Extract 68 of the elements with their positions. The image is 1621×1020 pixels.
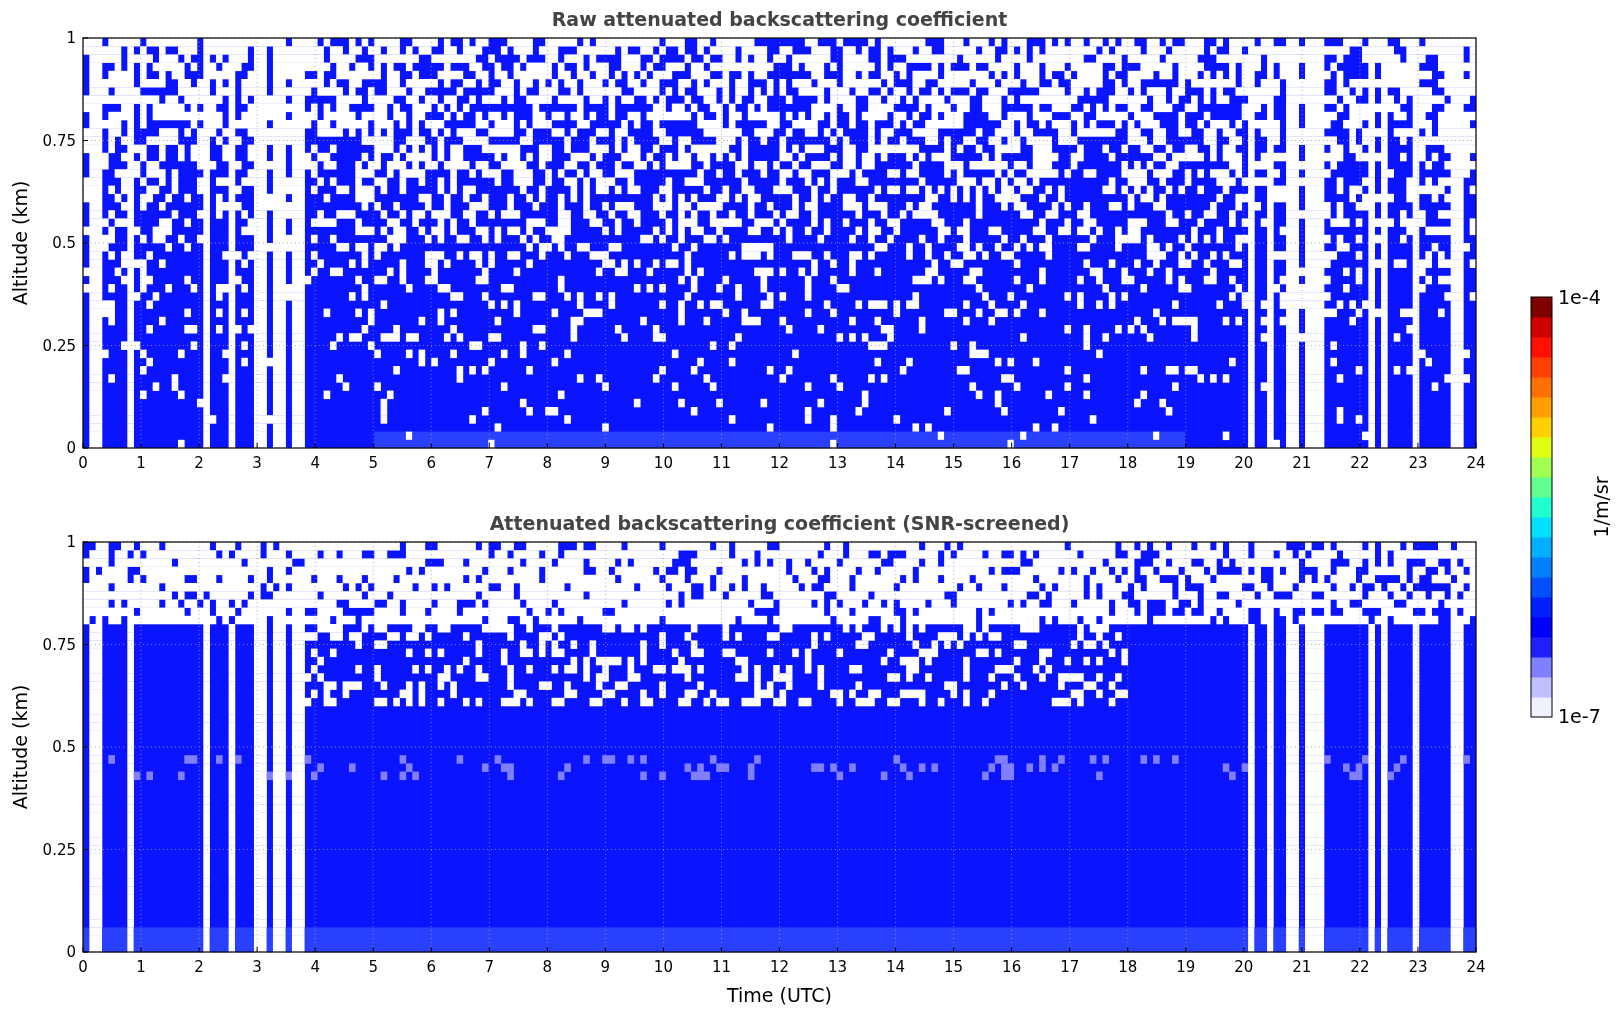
tick-label: 6: [426, 958, 436, 976]
chart-title: Attenuated backscattering coefficient (SNR-screened): [489, 512, 1070, 534]
tick-label: 15: [944, 454, 964, 472]
tick-label: 11: [711, 454, 731, 472]
tick-label: 19: [1176, 454, 1196, 472]
tick-label: 1: [136, 958, 146, 976]
tick-label: 9: [600, 958, 611, 976]
axis-label: Altitude (km): [9, 180, 31, 306]
tick-label: 24: [1466, 454, 1486, 472]
axis-label: Altitude (km): [9, 684, 31, 810]
tick-label: 1: [136, 454, 146, 472]
tick-label: 20: [1234, 958, 1254, 976]
tick-label: 0: [66, 439, 76, 457]
tick-label: 12: [769, 454, 790, 472]
tick-label: 5: [368, 958, 378, 976]
tick-label: 18: [1118, 958, 1138, 976]
tick-label: 4: [310, 454, 320, 472]
tick-label: 12: [769, 958, 790, 976]
tick-label: 0.25: [42, 840, 76, 859]
tick-label: 0: [78, 958, 88, 976]
tick-label: 20: [1234, 454, 1254, 472]
tick-label: 14: [886, 958, 906, 976]
tick-label: 2: [194, 958, 204, 976]
tick-label: 23: [1408, 454, 1428, 472]
tick-label: 16: [1002, 454, 1022, 472]
chart-title: Raw attenuated backscattering coefficient: [551, 8, 1008, 30]
tick-label: 21: [1292, 958, 1312, 976]
tick-label: 15: [944, 958, 964, 976]
tick-label: 24: [1466, 958, 1486, 976]
tick-label: 11: [711, 958, 731, 976]
colorbar-label: 1/m/sr: [1590, 476, 1612, 538]
axis-label: Time (UTC): [727, 984, 832, 1006]
tick-label: 13: [828, 958, 848, 976]
tick-label: 0.5: [52, 738, 76, 756]
tick-label: 0.75: [42, 635, 76, 654]
tick-label: 1: [66, 533, 76, 551]
tick-label: 22: [1350, 454, 1370, 472]
tick-label: 0.25: [42, 336, 76, 355]
tick-label: 19: [1176, 958, 1196, 976]
tick-label: 7: [484, 454, 495, 472]
tick-label: 21: [1292, 454, 1312, 472]
tick-label: 4: [310, 958, 320, 976]
tick-label: 13: [828, 454, 848, 472]
tick-label: 17: [1060, 454, 1080, 472]
tick-label: 9: [600, 454, 611, 472]
colorbar-tick-label: 1e-4: [1558, 286, 1601, 308]
tick-label: 3: [252, 454, 262, 472]
tick-label: 17: [1060, 958, 1080, 976]
tick-label: 16: [1002, 958, 1022, 976]
tick-label: 0: [66, 943, 76, 961]
tick-label: 0.75: [42, 131, 76, 150]
tick-label: 7: [484, 958, 495, 976]
colorbar-tick-label: 1e-7: [1558, 705, 1601, 727]
tick-label: 10: [653, 958, 673, 976]
tick-label: 3: [252, 958, 262, 976]
tick-label: 8: [542, 958, 553, 976]
tick-label: 0: [78, 454, 88, 472]
tick-label: 18: [1118, 454, 1138, 472]
tick-label: 23: [1408, 958, 1428, 976]
tick-label: 0.5: [52, 234, 76, 252]
tick-label: 1: [66, 29, 76, 47]
tick-label: 22: [1350, 958, 1370, 976]
tick-label: 6: [426, 454, 436, 472]
tick-label: 8: [542, 454, 553, 472]
tick-label: 14: [886, 454, 906, 472]
tick-label: 2: [194, 454, 204, 472]
tick-label: 10: [653, 454, 673, 472]
tick-label: 5: [368, 454, 378, 472]
